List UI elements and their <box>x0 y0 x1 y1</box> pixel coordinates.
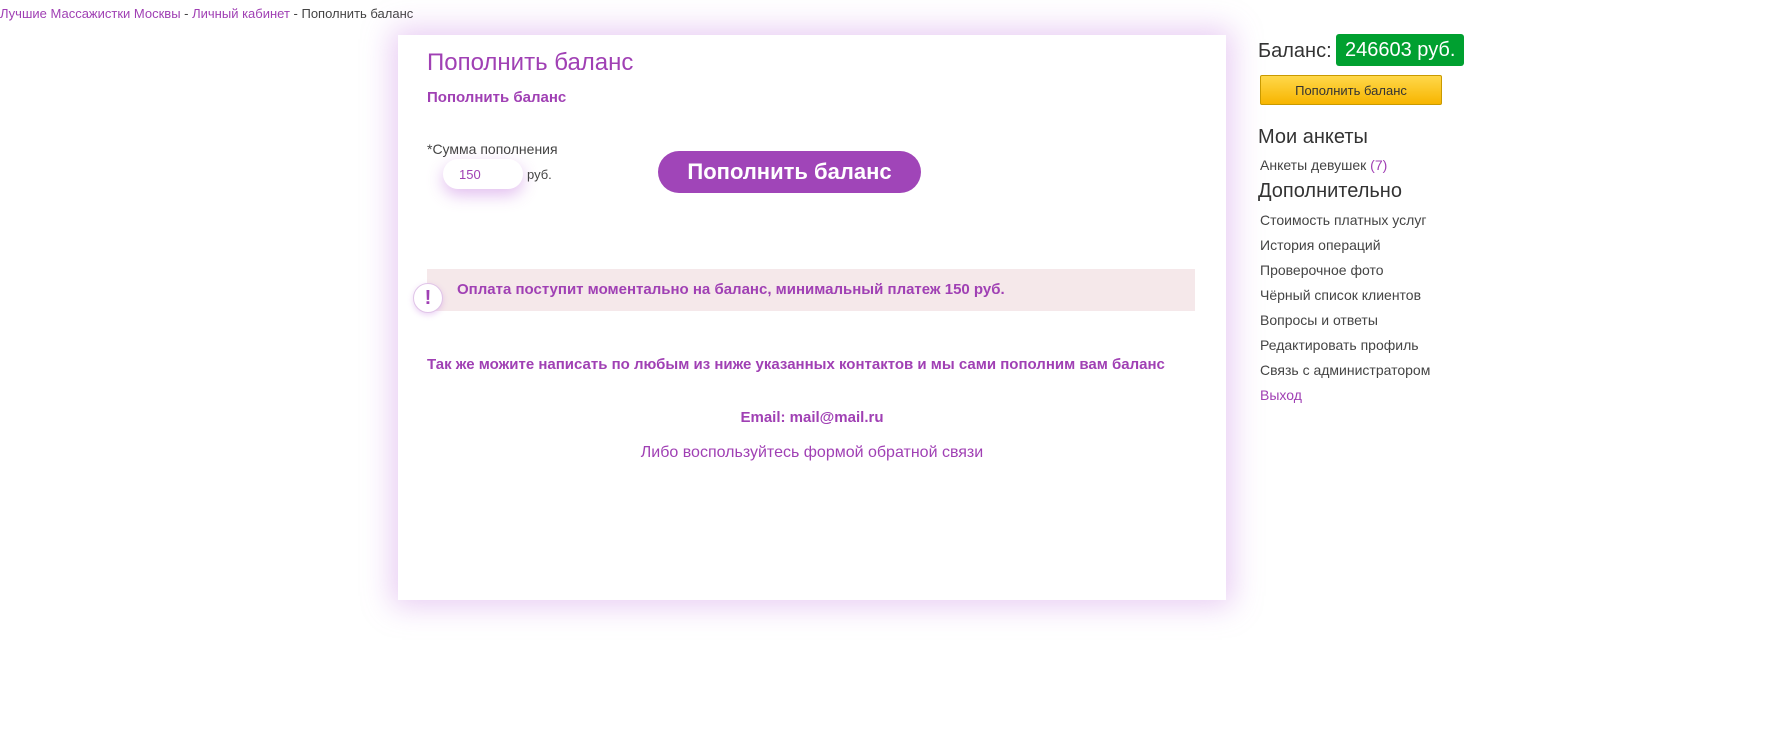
topup-card: Пополнить баланс Пополнить баланс *Сумма… <box>398 35 1226 600</box>
sidebar-item-edit-profile[interactable]: Редактировать профиль <box>1260 337 1419 353</box>
sidebar-item-verify-photo[interactable]: Проверочное фото <box>1260 262 1384 278</box>
sidebar: Баланс: 246603 руб. Пополнить баланс Мои… <box>1258 34 1518 403</box>
profiles-count-badge: (7) <box>1370 157 1388 173</box>
submit-topup-button[interactable]: Пополнить баланс <box>658 151 921 193</box>
sidebar-item-label: Анкеты девушек <box>1260 157 1367 173</box>
sidebar-item-contact-admin[interactable]: Связь с администратором <box>1260 362 1430 378</box>
breadcrumb-current: Пополнить баланс <box>301 6 414 21</box>
breadcrumb-separator: - <box>180 6 193 21</box>
section-title-extra: Дополнительно <box>1258 180 1402 202</box>
balance-label: Баланс: <box>1258 40 1332 62</box>
page-title: Пополнить баланс <box>427 49 634 76</box>
breadcrumb-separator: - <box>289 6 302 21</box>
breadcrumb: Лучшие Массажистки Москвы - Личный кабин… <box>0 6 413 21</box>
sidebar-item-history[interactable]: История операций <box>1260 237 1381 253</box>
sidebar-item-prices[interactable]: Стоимость платных услуг <box>1260 212 1426 228</box>
email-contact: Email: mail@mail.ru <box>740 409 884 426</box>
sidebar-item-profiles[interactable]: Анкеты девушек (7) <box>1260 157 1387 173</box>
sidebar-item-blacklist[interactable]: Чёрный список клиентов <box>1260 287 1421 303</box>
exclamation-icon: ! <box>413 283 443 313</box>
breadcrumb-home-link[interactable]: Лучшие Массажистки Москвы <box>0 6 181 21</box>
breadcrumb-cabinet-link[interactable]: Личный кабинет <box>192 6 290 21</box>
amount-label: *Сумма пополнения <box>427 141 558 157</box>
notice-box: ! Оплата поступит моментально на баланс,… <box>413 269 1195 313</box>
amount-unit: руб. <box>527 167 552 182</box>
balance-badge: 246603 руб. <box>1336 34 1465 66</box>
sidebar-topup-button[interactable]: Пополнить баланс <box>1260 75 1442 105</box>
feedback-form-link[interactable]: Либо воспользуйтесь формой обратной связ… <box>398 444 1226 462</box>
amount-input[interactable] <box>443 159 523 189</box>
contacts-text: Так же можите написать по любым из ниже … <box>427 356 1165 373</box>
section-title-profiles: Мои анкеты <box>1258 126 1368 148</box>
notice-text: Оплата поступит моментально на баланс, м… <box>457 281 1005 298</box>
balance-row: Баланс: 246603 руб. <box>1258 34 1518 66</box>
card-subtitle: Пополнить баланс <box>427 89 567 106</box>
sidebar-item-logout[interactable]: Выход <box>1260 387 1302 403</box>
sidebar-item-faq[interactable]: Вопросы и ответы <box>1260 312 1378 328</box>
